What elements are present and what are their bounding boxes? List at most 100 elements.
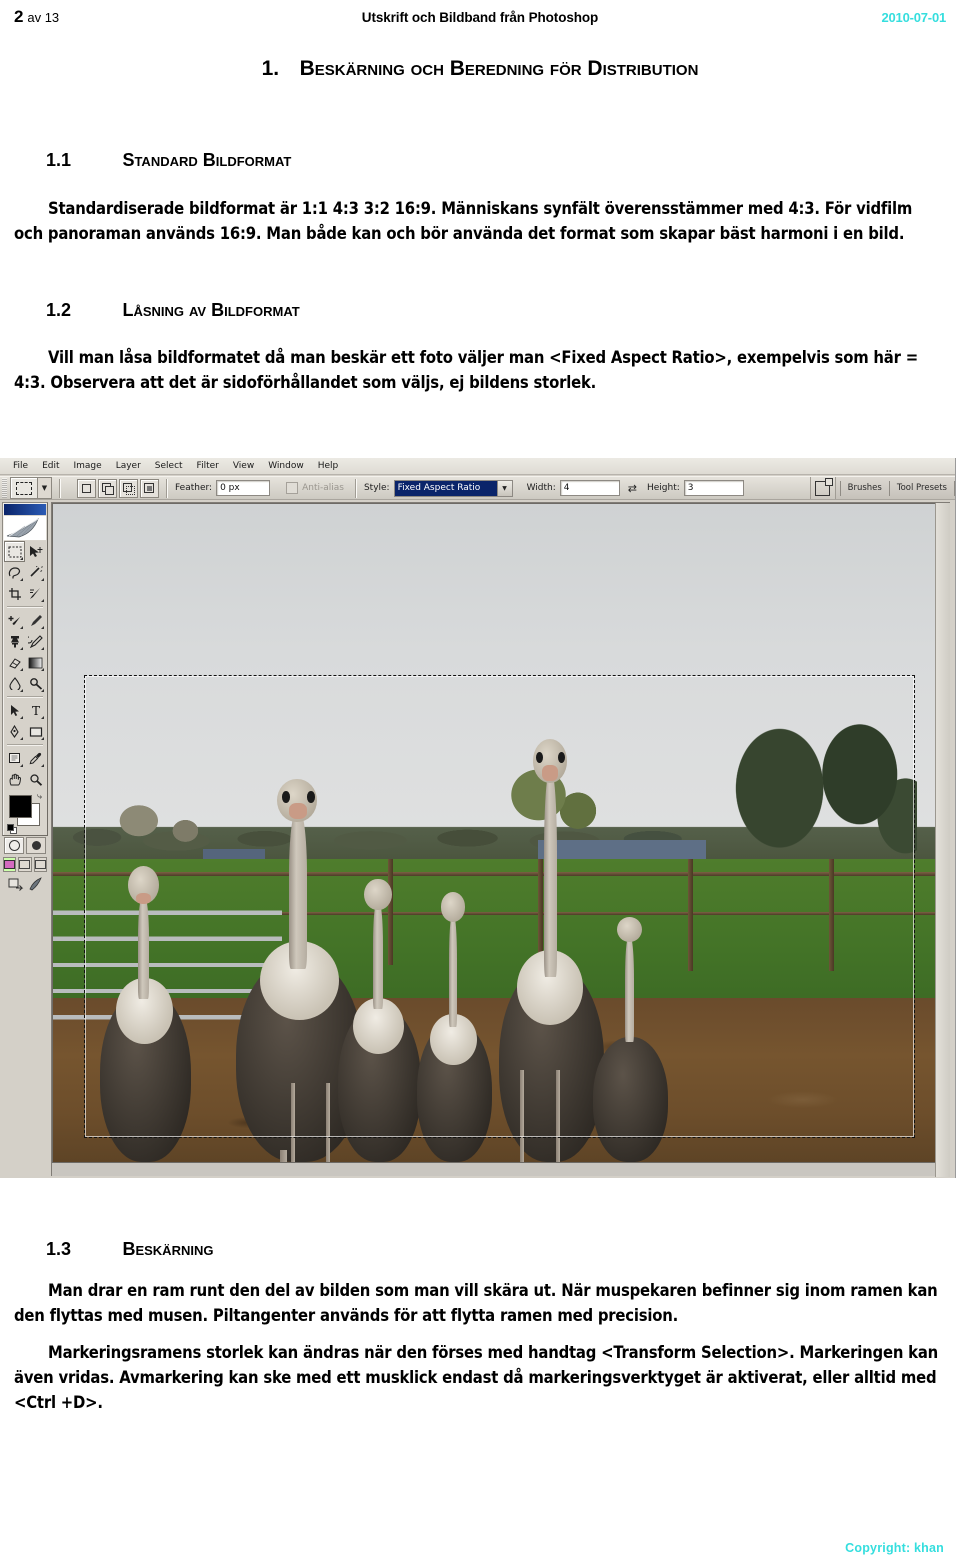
eraser-tool-icon[interactable] <box>4 652 25 673</box>
intersect-selection-button[interactable] <box>140 478 159 498</box>
rectangular-marquee-tool-icon[interactable] <box>4 541 25 562</box>
quick-mask-modes[interactable] <box>3 837 47 854</box>
subtract-from-selection-button[interactable] <box>119 478 138 498</box>
document-date: 2010-07-01 <box>881 9 947 25</box>
jump-to-imageready-group[interactable] <box>3 877 47 891</box>
type-tool-icon[interactable]: T <box>25 700 46 721</box>
clone-stamp-tool-icon[interactable] <box>4 631 25 652</box>
palette-well-button[interactable] <box>809 477 836 499</box>
standard-screen-mode-button[interactable] <box>3 857 17 872</box>
height-input[interactable]: 3 <box>683 480 744 496</box>
path-selection-tool-icon[interactable] <box>4 700 25 721</box>
menu-item-window[interactable]: Window <box>261 461 311 471</box>
anti-alias-checkbox[interactable]: Anti-alias <box>286 482 348 494</box>
hand-tool-icon[interactable] <box>4 769 25 790</box>
chevron-down-icon[interactable]: ▼ <box>496 480 512 496</box>
style-select[interactable]: Fixed Aspect Ratio ▼ <box>393 479 513 497</box>
menu-item-select[interactable]: Select <box>148 461 190 471</box>
gradient-tool-icon[interactable] <box>25 652 46 673</box>
ostrich-neck <box>448 913 458 1028</box>
active-tool-preset-button[interactable] <box>10 477 38 499</box>
menu-item-layer[interactable]: Layer <box>109 461 148 471</box>
dodge-tool-icon[interactable] <box>25 673 46 694</box>
ostrich-eye-left <box>281 790 291 803</box>
page-header: 2 av 13 Utskrift och Bildband från Photo… <box>0 0 960 34</box>
section-1-title: Beskärning och Beredning för Distributio… <box>299 57 699 80</box>
selection-mode-group[interactable] <box>77 478 159 498</box>
full-screen-mode-button[interactable] <box>33 857 47 872</box>
notes-tool-icon[interactable] <box>4 748 25 769</box>
pen-tool-icon[interactable] <box>4 721 25 742</box>
width-input[interactable]: 4 <box>559 480 620 496</box>
paragraph-1-3-a: Man drar en ram runt den del av bilden s… <box>14 1281 938 1325</box>
default-colors-icon[interactable] <box>7 824 17 834</box>
full-screen-with-menubar-button[interactable] <box>18 857 32 872</box>
history-brush-tool-icon[interactable] <box>25 631 46 652</box>
options-bar-gripper[interactable] <box>2 478 7 498</box>
tab-tool-presets[interactable]: Tool Presets <box>888 480 955 496</box>
swap-width-height-icon[interactable]: ⇄ <box>628 482 637 495</box>
magic-wand-tool-icon[interactable] <box>25 562 46 583</box>
standard-mask-mode-button[interactable] <box>4 837 24 854</box>
menu-item-edit[interactable]: Edit <box>35 461 66 471</box>
section-1-1-title: Standard Bildformat <box>122 150 292 170</box>
rectangular-marquee-icon <box>16 481 32 495</box>
screen-mode-buttons[interactable] <box>3 857 47 872</box>
options-divider-2 <box>166 478 168 498</box>
palette-dock[interactable]: Brushes Tool Presets <box>835 477 955 499</box>
photoshop-screenshot: File Edit Image Layer Select Filter View… <box>0 458 956 1178</box>
ostrich-neck <box>625 936 634 1042</box>
options-divider-1 <box>59 478 61 498</box>
photoshop-menu-bar[interactable]: File Edit Image Layer Select Filter View… <box>0 458 955 475</box>
section-heading-1-1: 1.1 Standard Bildformat <box>46 150 291 171</box>
menu-item-view[interactable]: View <box>226 461 261 471</box>
toolbox-divider-3 <box>7 744 43 746</box>
ostrich-photograph[interactable] <box>52 503 936 1163</box>
new-selection-button[interactable] <box>77 478 96 498</box>
tool-preset-dropdown-arrow[interactable]: ▼ <box>38 477 52 499</box>
toolbox-divider-2 <box>7 696 43 698</box>
imageready-logo-icon[interactable] <box>27 877 43 891</box>
foreground-color-swatch[interactable] <box>9 795 32 818</box>
jump-to-imageready-icon[interactable] <box>8 877 24 891</box>
section-1-3-title: Beskärning <box>122 1239 214 1259</box>
photoshop-feather-logo <box>4 516 46 540</box>
crop-tool-icon[interactable] <box>4 583 25 604</box>
anti-alias-label: Anti-alias <box>302 483 344 493</box>
photo-ostrich-4 <box>335 879 423 1162</box>
photo-ostrich-leg-d <box>555 1069 560 1162</box>
menu-item-file[interactable]: File <box>6 461 35 471</box>
shape-tool-icon[interactable] <box>25 721 46 742</box>
quick-mask-mode-button[interactable] <box>26 837 46 854</box>
menu-item-image[interactable]: Image <box>67 461 109 471</box>
anti-alias-checkbox-box[interactable] <box>286 482 299 494</box>
move-tool-icon[interactable] <box>25 541 46 562</box>
photo-ostrich-leg-c <box>520 1069 525 1162</box>
feather-input[interactable]: 0 px <box>216 480 271 496</box>
ostrich-body <box>593 1036 668 1162</box>
swap-colors-icon[interactable]: ⤷ <box>37 793 42 802</box>
style-select-value: Fixed Aspect Ratio <box>394 480 497 496</box>
slice-tool-icon[interactable] <box>25 583 46 604</box>
eyedropper-tool-icon[interactable] <box>25 748 46 769</box>
toolbox-tool-grid[interactable]: T <box>4 541 46 790</box>
brush-tool-icon[interactable] <box>25 610 46 631</box>
tab-brushes[interactable]: Brushes <box>839 480 889 496</box>
photo-ostrich-6 <box>591 912 670 1162</box>
ostrich-neck <box>288 810 307 969</box>
toolbox-title-bar[interactable] <box>4 504 46 515</box>
color-swatches[interactable]: ⤷ <box>7 793 43 834</box>
height-label: Height: <box>647 483 680 493</box>
ostrich-neck <box>137 895 150 1000</box>
photo-ostrich-3 <box>97 865 194 1162</box>
healing-brush-tool-icon[interactable] <box>4 610 25 631</box>
lasso-tool-icon[interactable] <box>4 562 25 583</box>
menu-item-filter[interactable]: Filter <box>190 461 226 471</box>
add-to-selection-button[interactable] <box>98 478 117 498</box>
blur-tool-icon[interactable] <box>4 673 25 694</box>
zoom-tool-icon[interactable] <box>25 769 46 790</box>
photoshop-canvas-area <box>51 502 950 1177</box>
canvas-vertical-scrollbar[interactable] <box>935 503 950 1177</box>
menu-item-help[interactable]: Help <box>311 461 346 471</box>
photoshop-toolbox[interactable]: T ⤷ <box>2 502 48 891</box>
